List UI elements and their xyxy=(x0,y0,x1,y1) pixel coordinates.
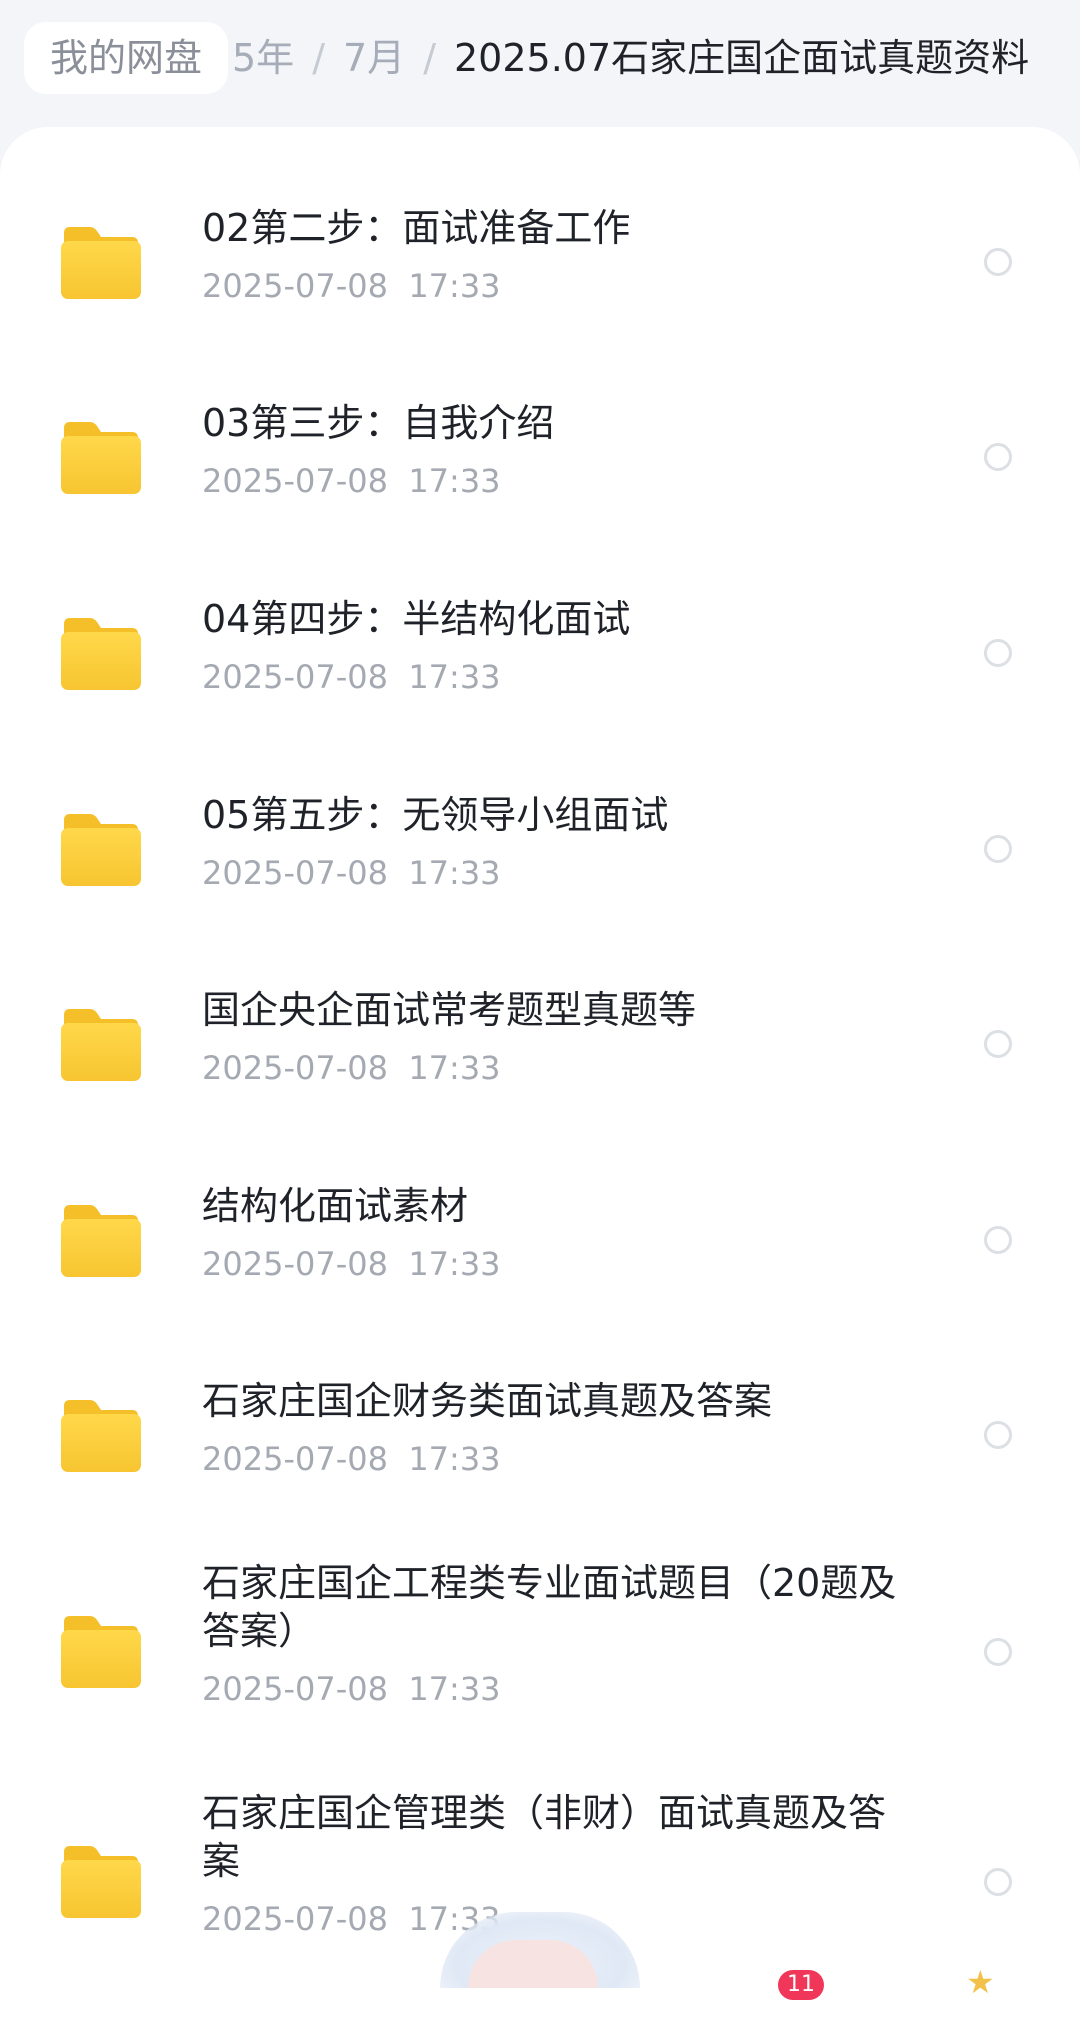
file-time: 2025-07-08 17:33 xyxy=(202,267,501,305)
select-circle-icon[interactable] xyxy=(984,835,1012,863)
file-time: 2025-07-08 17:33 xyxy=(202,854,501,892)
file-row[interactable]: 02第二步：面试准备工作 2025-07-08 17:33 xyxy=(0,172,1080,362)
folder-icon xyxy=(60,1844,142,1920)
folder-icon xyxy=(60,420,142,496)
file-time: 2025-07-08 17:33 xyxy=(202,1900,501,1938)
file-row[interactable]: 石家庄国企财务类面试真题及答案 2025-07-08 17:33 xyxy=(0,1345,1080,1535)
file-row[interactable]: 国企央企面试常考题型真题等 2025-07-08 17:33 xyxy=(0,954,1080,1144)
breadcrumb-item-current: 2025.07石家庄国企面试真题资料 xyxy=(454,36,1030,80)
breadcrumb-root-my-drive[interactable]: 我的网盘 xyxy=(24,22,229,94)
file-row[interactable]: 03第三步：自我介绍 2025-07-08 17:33 xyxy=(0,367,1080,557)
select-circle-icon[interactable] xyxy=(984,1421,1012,1449)
file-name: 03第三步：自我介绍 xyxy=(202,401,555,445)
folder-icon xyxy=(60,616,142,692)
file-name: 04第四步：半结构化面试 xyxy=(202,597,631,641)
select-circle-icon[interactable] xyxy=(984,248,1012,276)
file-time: 2025-07-08 17:33 xyxy=(202,1440,501,1478)
file-name: 石家庄国企管理类（非财）面试真题及答案 xyxy=(202,1791,887,1883)
file-time: 2025-07-08 17:33 xyxy=(202,1049,501,1087)
file-row[interactable]: 石家庄国企工程类专业面试题目（20题及答案） 2025-07-08 17:33 xyxy=(0,1541,1080,1771)
select-circle-icon[interactable] xyxy=(984,1226,1012,1254)
folder-icon xyxy=(60,1614,142,1690)
file-list: 02第二步：面试准备工作 2025-07-08 17:33 03第三步：自我介绍… xyxy=(0,127,1080,2027)
breadcrumb-separator: / xyxy=(312,36,325,80)
breadcrumb-item-year[interactable]: 5年 xyxy=(232,36,294,80)
file-row[interactable]: 结构化面试素材 2025-07-08 17:33 xyxy=(0,1150,1080,1340)
file-name: 国企央企面试常考题型真题等 xyxy=(202,988,697,1032)
file-name: 结构化面试素材 xyxy=(202,1184,469,1228)
select-circle-icon[interactable] xyxy=(984,639,1012,667)
folder-icon xyxy=(60,1203,142,1279)
file-name: 02第二步：面试准备工作 xyxy=(202,206,631,250)
file-time: 2025-07-08 17:33 xyxy=(202,1670,501,1708)
file-name: 石家庄国企工程类专业面试题目（20题及答案） xyxy=(202,1561,897,1653)
notification-badge: 11 xyxy=(778,1970,824,2000)
folder-icon xyxy=(60,1007,142,1083)
select-circle-icon[interactable] xyxy=(984,443,1012,471)
file-row[interactable]: 05第五步：无领导小组面试 2025-07-08 17:33 xyxy=(0,759,1080,949)
file-row[interactable]: 04第四步：半结构化面试 2025-07-08 17:33 xyxy=(0,563,1080,753)
breadcrumb: 我的网盘 5年 / 7月 / 2025.07石家庄国企面试真题资料 xyxy=(0,0,1080,120)
file-name: 石家庄国企财务类面试真题及答案 xyxy=(202,1379,773,1423)
folder-icon xyxy=(60,225,142,301)
file-time: 2025-07-08 17:33 xyxy=(202,1245,501,1283)
breadcrumb-trail: 5年 / 7月 / 2025.07石家庄国企面试真题资料 xyxy=(232,22,1029,94)
folder-icon xyxy=(60,1398,142,1474)
select-circle-icon[interactable] xyxy=(984,1638,1012,1666)
file-time: 2025-07-08 17:33 xyxy=(202,462,501,500)
file-time: 2025-07-08 17:33 xyxy=(202,658,501,696)
select-circle-icon[interactable] xyxy=(984,1868,1012,1896)
breadcrumb-item-month[interactable]: 7月 xyxy=(343,36,405,80)
file-name: 05第五步：无领导小组面试 xyxy=(202,793,669,837)
star-icon: ★ xyxy=(966,1963,995,2001)
select-circle-icon[interactable] xyxy=(984,1030,1012,1058)
breadcrumb-separator: / xyxy=(423,36,436,80)
folder-icon xyxy=(60,812,142,888)
